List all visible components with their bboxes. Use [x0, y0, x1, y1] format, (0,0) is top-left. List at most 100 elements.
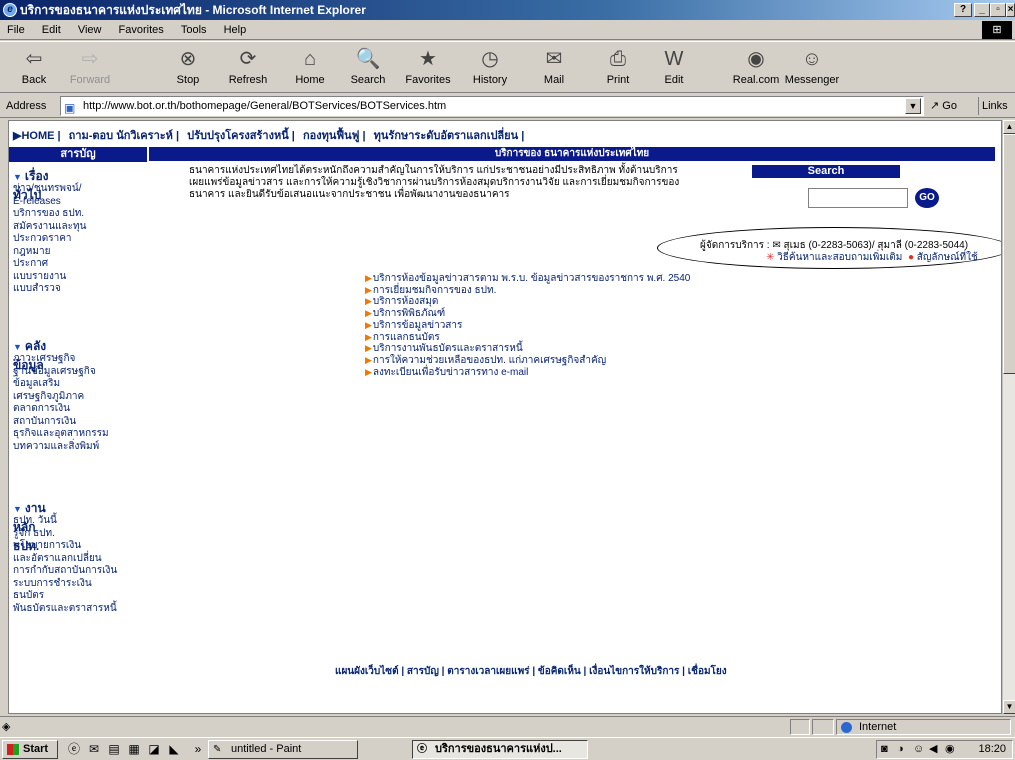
service-link[interactable]: ▶บริการงานพันธบัตรและตราสารหนี้: [365, 343, 690, 355]
sidebar-link[interactable]: ข้อมูลเสริม: [13, 378, 147, 391]
desktop-quicklaunch-icon[interactable]: ▤: [106, 741, 122, 757]
windows-flag-icon: ⊞: [982, 21, 1012, 39]
tray-realplayer-icon[interactable]: ◉: [945, 743, 958, 756]
scroll-down-icon[interactable]: ▼: [1003, 700, 1015, 714]
task-ie[interactable]: ⓔ บริการของธนาคารแห่งป...: [412, 740, 588, 759]
toolbar-search-button[interactable]: 🔍 Search: [340, 44, 396, 92]
menu-edit[interactable]: Edit: [35, 20, 68, 40]
service-link[interactable]: ▶บริการพิพิธภัณฑ์: [365, 308, 690, 320]
security-zone: Internet: [836, 719, 1011, 735]
toolbar-mail-button[interactable]: ✉ Mail: [526, 44, 582, 92]
nav-recovery-fund[interactable]: กองทุนฟื้นฟู |: [303, 130, 366, 142]
menu-file[interactable]: File: [0, 20, 32, 40]
sidebar-link[interactable]: และอัตราแลกเปลี่ยน: [13, 553, 147, 566]
footer-links[interactable]: แผนผังเว็บไซต์ | สารบัญ | ตารางเวลาเผยแพ…: [335, 664, 727, 679]
sidebar-link[interactable]: ประกวดราคา: [13, 233, 147, 246]
toolbar-realcom-button[interactable]: ◉ Real.com: [728, 44, 784, 92]
outlook-quicklaunch-icon[interactable]: ✉: [86, 741, 102, 757]
service-link[interactable]: ▶บริการข้อมูลข่าวสาร: [365, 320, 690, 332]
nav-debt-restructuring[interactable]: ปรับปรุงโครงสร้างหนี้ |: [187, 130, 295, 142]
sidebar-link[interactable]: นโยบายการเงิน: [13, 540, 147, 553]
star-icon: ✳: [766, 252, 775, 263]
links-button[interactable]: Links »: [978, 97, 1015, 130]
menu-help[interactable]: Help: [217, 20, 254, 40]
more-info-link[interactable]: วิธีค้นหาและสอบถามเพิ่มเติม: [777, 252, 902, 263]
tray-network-icon[interactable]: ◙: [881, 743, 894, 756]
nav-exchange-fund[interactable]: ทุนรักษาระดับอัตราแลกเปลี่ยน |: [374, 130, 525, 142]
start-button[interactable]: Start: [2, 740, 58, 759]
page-status-icon: ◈: [2, 721, 11, 733]
service-link[interactable]: ▶การแลกธนบัตร: [365, 332, 690, 344]
search-go-button[interactable]: GO: [915, 188, 939, 208]
symbols-link[interactable]: สัญลักษณ์ที่ใช้: [917, 252, 978, 263]
sidebar-link[interactable]: แบบสำรวจ: [13, 283, 147, 296]
app3-quicklaunch-icon[interactable]: ◣: [166, 741, 182, 757]
vertical-scrollbar[interactable]: ▲ ▼: [1002, 120, 1015, 714]
toolbar-stop-button[interactable]: ⊗ Stop: [160, 44, 216, 92]
toolbar-back-button[interactable]: ⇦ Back: [6, 44, 62, 92]
window-title-bar[interactable]: e บริการของธนาคารแห่งประเทศไทย - Microso…: [0, 0, 1015, 20]
sidebar-link[interactable]: กฎหมาย: [13, 246, 147, 259]
search-input[interactable]: [808, 188, 908, 208]
toolbar-refresh-button[interactable]: ⟳ Refresh: [220, 44, 276, 92]
address-dropdown-icon[interactable]: ▼: [905, 98, 921, 114]
sidebar-link[interactable]: ข่าว/ชุนทรพจน์/: [13, 183, 147, 196]
toolbar-messenger-button[interactable]: ☺ Messenger: [784, 44, 840, 92]
sidebar-link[interactable]: แบบรายงาน: [13, 271, 147, 284]
sidebar-link[interactable]: สมัครงานและทุน: [13, 221, 147, 234]
sidebar-link[interactable]: ตลาดการเงิน: [13, 403, 147, 416]
menu-view[interactable]: View: [71, 20, 109, 40]
nav-qa-analysts[interactable]: ถาม-ตอบ นักวิเคราะห์ |: [69, 130, 179, 142]
service-link[interactable]: ▶ลงทะเบียนเพื่อรับข่าวสารทาง e-mail: [365, 367, 690, 379]
app2-quicklaunch-icon[interactable]: ◪: [146, 741, 162, 757]
sidebar-link[interactable]: พันธบัตรและตราสารหนี้: [13, 603, 147, 616]
close-button[interactable]: ×: [1006, 3, 1015, 17]
toolbar-home-button[interactable]: ⌂ Home: [282, 44, 338, 92]
scroll-thumb[interactable]: [1003, 134, 1015, 374]
service-link[interactable]: ▶การเยี่ยมชมกิจการของ ธปท.: [365, 285, 690, 297]
page-viewport: ▶HOME | ถาม-ตอบ นักวิเคราะห์ | ปรับปรุงโ…: [8, 120, 1002, 714]
sidebar-link[interactable]: E-releases: [13, 196, 147, 209]
sidebar-link[interactable]: บริการของ ธปท.: [13, 208, 147, 221]
maximize-button[interactable]: ▫: [990, 3, 1006, 17]
sidebar-link[interactable]: สถาบันการเงิน: [13, 416, 147, 429]
nav-home[interactable]: ▶HOME |: [13, 130, 61, 142]
sidebar-link[interactable]: ธุรกิจและอุตสาหกรรม: [13, 428, 147, 441]
toolbar-history-button[interactable]: ◷ History: [462, 44, 518, 92]
scroll-up-icon[interactable]: ▲: [1003, 120, 1015, 134]
menu-tools[interactable]: Tools: [174, 20, 214, 40]
sidebar-link[interactable]: ประกาศ: [13, 258, 147, 271]
sidebar-links: ข่าว/ชุนทรพจน์/E-releases บริการของ ธปท. ส…: [13, 183, 147, 296]
service-link[interactable]: ▶บริการห้องข้อมูลข่าวสารตาม พ.ร.บ. ข้อมู…: [365, 273, 690, 285]
service-link[interactable]: ▶บริการห้องสมุด: [365, 296, 690, 308]
sidebar-link[interactable]: ระบบการชำระเงิน: [13, 578, 147, 591]
help-icon[interactable]: ?: [954, 3, 972, 17]
toolbar-forward-button[interactable]: ⇨ Forward: [62, 44, 118, 92]
service-link[interactable]: ▶การให้ความช่วยเหลือของธปท. แก่ภาคเศรษฐก…: [365, 355, 690, 367]
sidebar-link[interactable]: ธปท. วันนี้: [13, 515, 147, 528]
sidebar-link[interactable]: เศรษฐกิจภูมิภาค: [13, 391, 147, 404]
sidebar-link[interactable]: บทความและสิ่งพิมพ์: [13, 441, 147, 454]
menu-favorites[interactable]: Favorites: [112, 20, 171, 40]
tray-app-icon[interactable]: ◑: [897, 743, 910, 756]
sidebar-link[interactable]: การกำกับสถาบันการเงิน: [13, 565, 147, 578]
app-quicklaunch-icon[interactable]: ▦: [126, 741, 142, 757]
ie-quicklaunch-icon[interactable]: ⓔ: [66, 741, 82, 757]
toolbar-edit-button[interactable]: W Edit: [646, 44, 702, 92]
toolbar-print-button[interactable]: ⎙ Print: [590, 44, 646, 92]
sidebar-link[interactable]: ภาวะเศรษฐกิจ: [13, 353, 147, 366]
task-paint[interactable]: ✎ untitled - Paint: [208, 740, 358, 759]
sidebar-link[interactable]: ธนบัตร: [13, 590, 147, 603]
back-arrow-icon: ⇦: [25, 48, 43, 70]
tray-volume-icon[interactable]: ◀: [929, 743, 942, 756]
toolbar-favorites-button[interactable]: ★ Favorites: [400, 44, 456, 92]
go-button[interactable]: ↗ Go: [930, 98, 974, 114]
chevron-icon[interactable]: »: [190, 741, 206, 757]
address-input[interactable]: ▣ http://www.bot.or.th/bothomepage/Gener…: [60, 96, 924, 116]
sidebar-link[interactable]: ฐานข้อมูลเศรษฐกิจ: [13, 366, 147, 379]
tray-msn-icon[interactable]: ☺: [913, 743, 926, 756]
toolbar-label: Home: [295, 74, 325, 86]
minimize-button[interactable]: _: [974, 3, 990, 17]
sidebar-link[interactable]: รู้จัก ธปท.: [13, 528, 147, 541]
address-label: Address: [6, 100, 47, 112]
